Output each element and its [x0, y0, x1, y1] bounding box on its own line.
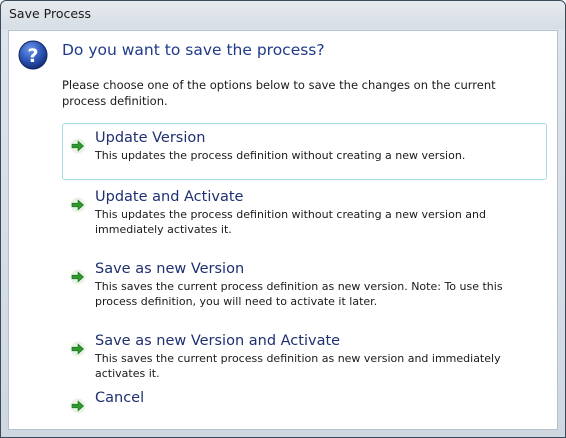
svg-text:?: ?	[27, 45, 38, 67]
dialog-heading: Do you want to save the process?	[62, 41, 325, 59]
option-cancel[interactable]: Cancel	[62, 383, 547, 417]
window-title: Save Process	[9, 6, 92, 21]
title-bar[interactable]: Save Process	[1, 1, 565, 29]
option-title: Update Version	[95, 130, 206, 146]
option-title: Save as new Version and Activate	[95, 333, 341, 349]
option-description: This saves the current process definitio…	[95, 352, 501, 380]
option-title: Cancel	[95, 390, 145, 406]
option-description: This updates the process definition with…	[95, 208, 487, 236]
green-arrow-icon	[70, 197, 86, 213]
save-process-window: Save Process ? Do you want to save the p…	[0, 0, 566, 438]
option-update-and-activate[interactable]: Update and Activate This updates the pro…	[62, 182, 547, 248]
option-description: This saves the current process definitio…	[95, 280, 503, 308]
option-title: Update and Activate	[95, 189, 244, 205]
option-update-version[interactable]: Update Version This updates the process …	[62, 123, 547, 180]
green-arrow-icon	[70, 269, 86, 285]
question-icon: ?	[18, 40, 48, 70]
green-arrow-icon	[70, 138, 86, 154]
option-save-as-new-version-and-activate[interactable]: Save as new Version and Activate This sa…	[62, 326, 547, 380]
green-arrow-icon	[70, 341, 86, 357]
option-save-as-new-version[interactable]: Save as new Version This saves the curre…	[62, 254, 547, 320]
dialog-body: ? Do you want to save the process? Pleas…	[8, 30, 558, 430]
option-description: This updates the process definition with…	[95, 149, 466, 162]
green-arrow-icon	[70, 398, 86, 414]
option-title: Save as new Version	[95, 261, 245, 277]
dialog-intro: Please choose one of the options below t…	[62, 78, 496, 108]
